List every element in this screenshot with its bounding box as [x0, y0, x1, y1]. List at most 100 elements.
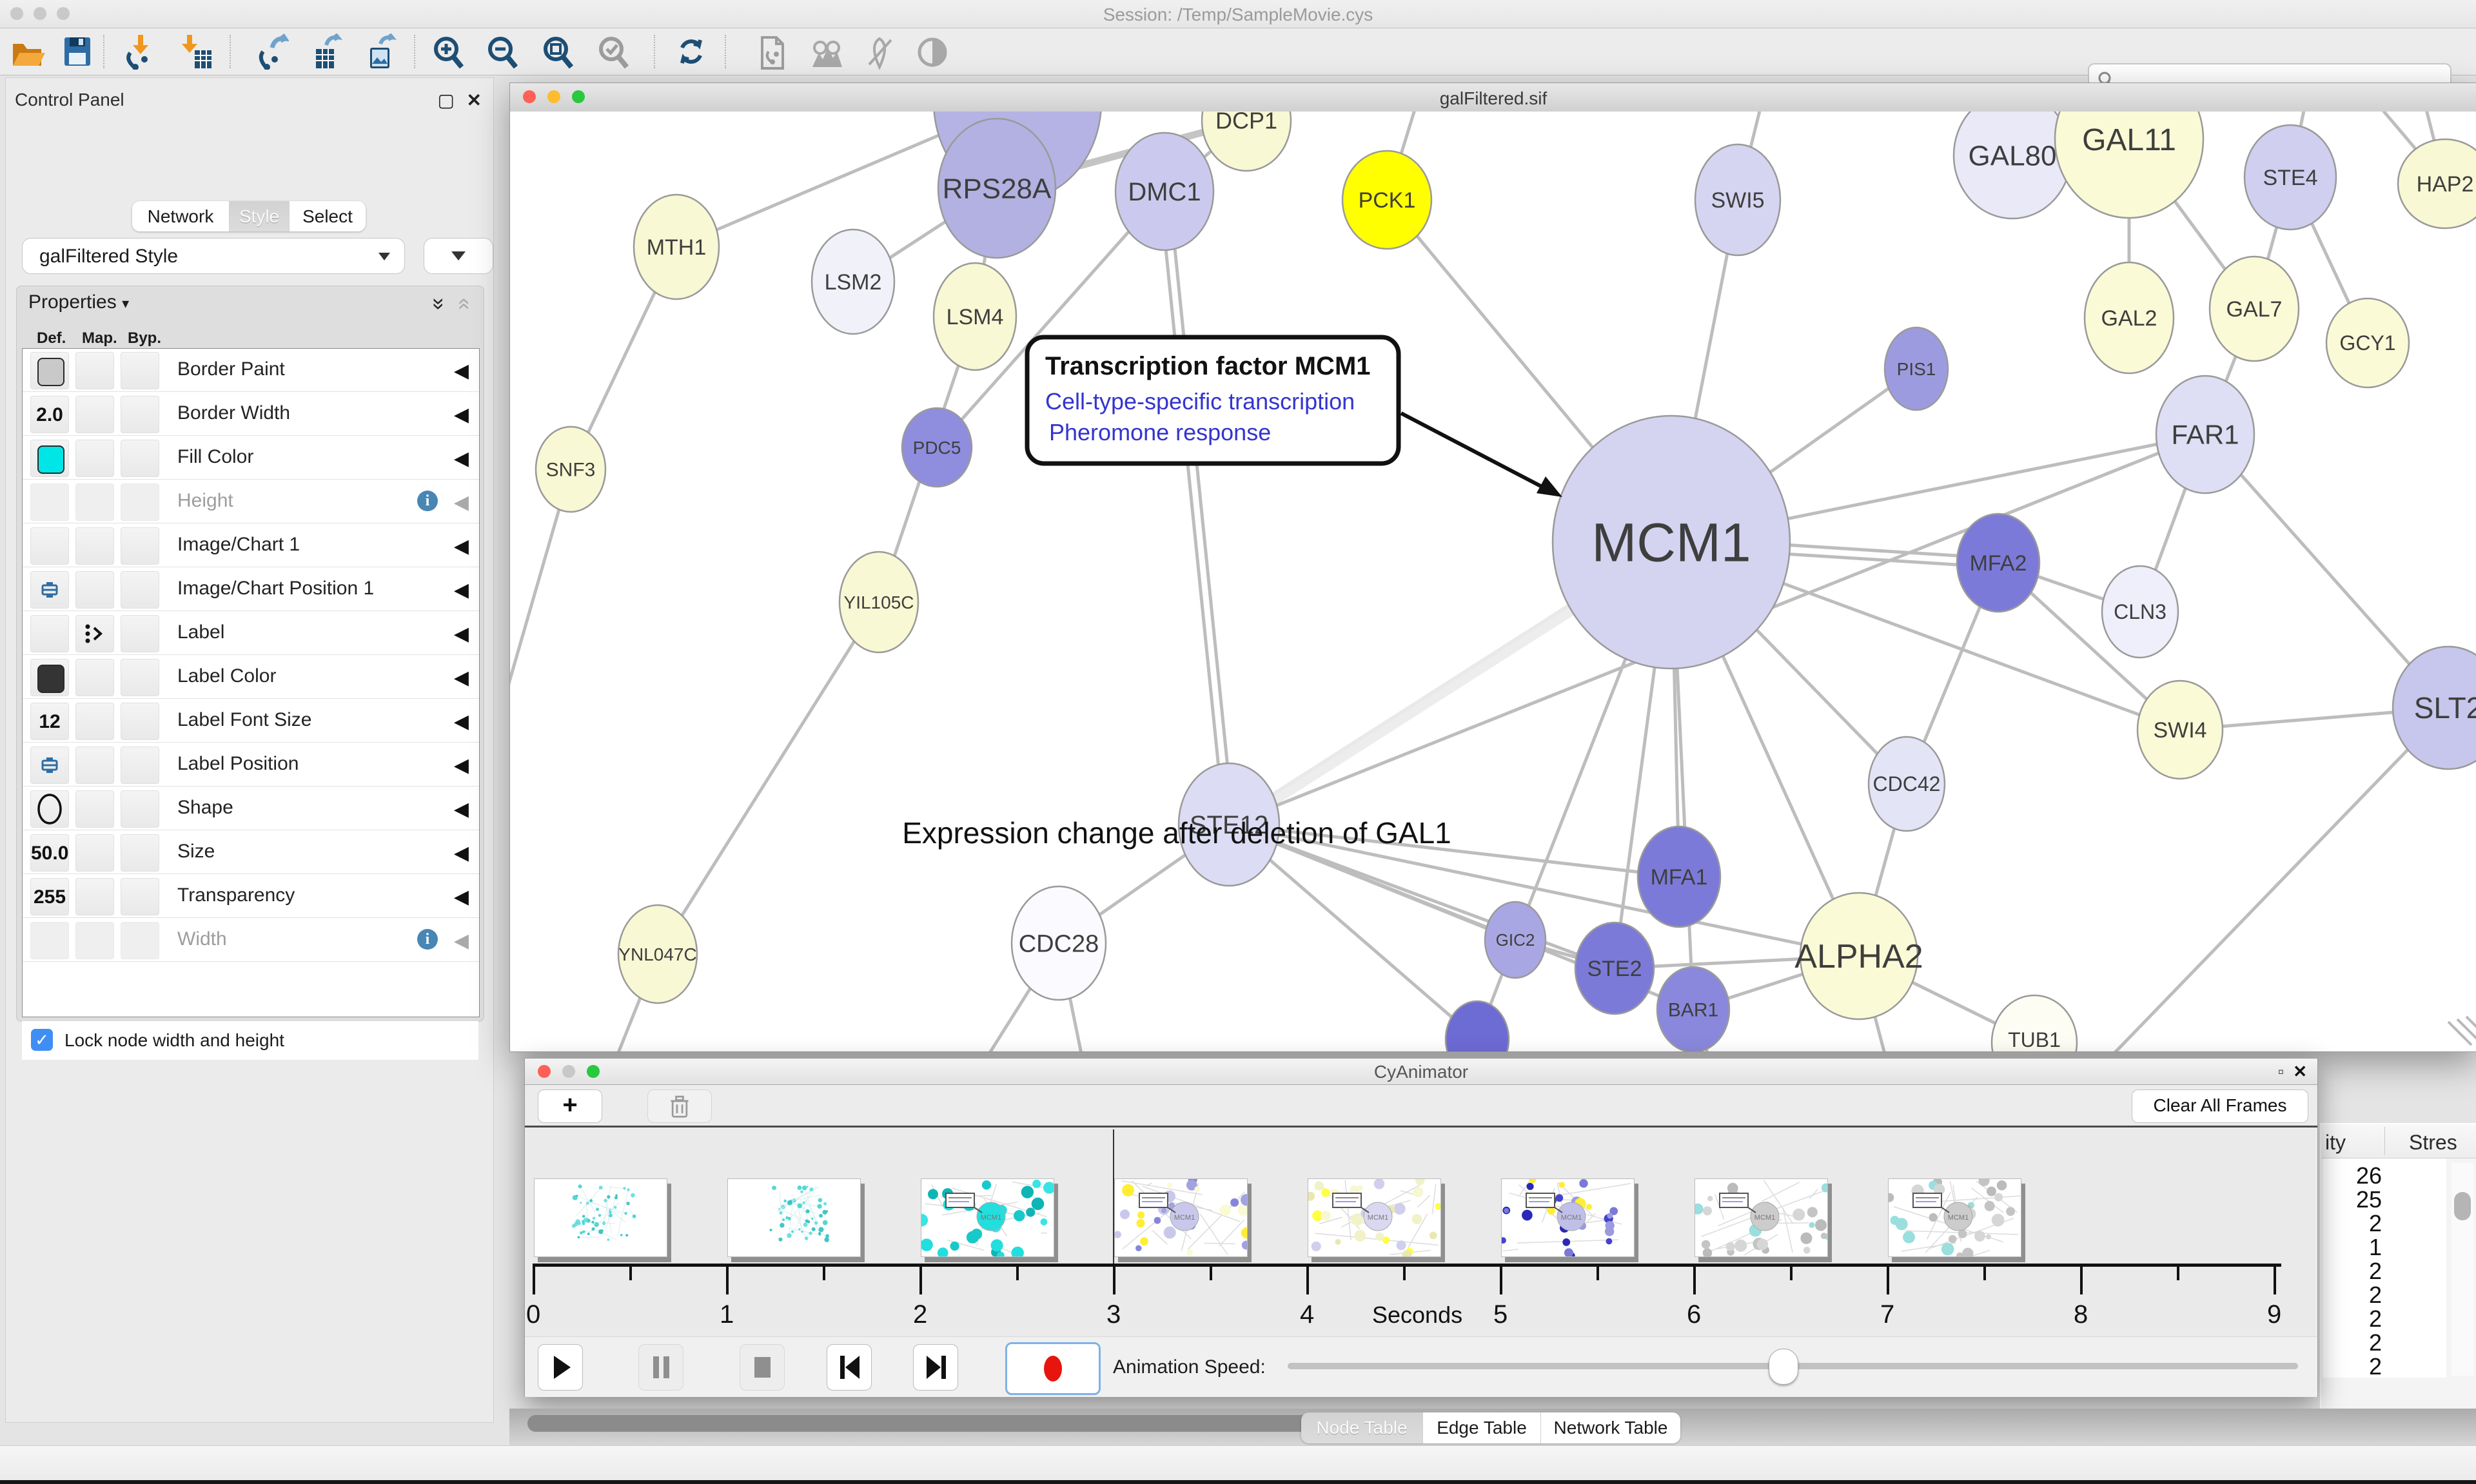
- close-panel-icon[interactable]: ✕: [467, 90, 482, 111]
- network-canvas[interactable]: RPS28ADMC1DCP1PCK1MTH1LSM2LSM4SNF3PDC5YI…: [510, 112, 2476, 1051]
- property-row-label-position[interactable]: Label Position◀: [23, 743, 479, 786]
- bypass-cell[interactable]: [121, 440, 159, 477]
- tab-network[interactable]: Network: [132, 201, 230, 231]
- save-icon[interactable]: [59, 34, 95, 70]
- tab-network-table[interactable]: Network Table: [1541, 1412, 1680, 1443]
- step-forward-button[interactable]: [913, 1344, 958, 1391]
- add-frame-button[interactable]: +: [538, 1089, 602, 1123]
- zoom-fit-icon[interactable]: [540, 34, 576, 70]
- zoom-in-icon[interactable]: [431, 34, 467, 70]
- cyanimator-titlebar[interactable]: CyAnimator ▫ ✕: [525, 1059, 2317, 1085]
- expand-row-icon[interactable]: ◀: [454, 404, 469, 426]
- expand-row-icon[interactable]: ◀: [454, 491, 469, 514]
- expand-row-icon[interactable]: ◀: [454, 930, 469, 952]
- default-value-cell[interactable]: 255: [30, 878, 69, 915]
- delete-frame-button[interactable]: [647, 1089, 712, 1123]
- expand-row-icon[interactable]: ◀: [454, 754, 469, 777]
- bypass-cell[interactable]: [121, 396, 159, 433]
- export-image-icon[interactable]: [362, 34, 398, 70]
- stop-button[interactable]: [740, 1344, 785, 1391]
- step-backward-button[interactable]: [827, 1344, 872, 1391]
- property-row-width[interactable]: Widthi◀: [23, 919, 479, 962]
- property-row-transparency[interactable]: 255 Transparency◀: [23, 875, 479, 918]
- table-scrollbar[interactable]: [2451, 1163, 2473, 1376]
- clear-all-frames-button[interactable]: Clear All Frames: [2132, 1089, 2308, 1123]
- default-value-cell[interactable]: [30, 440, 69, 477]
- export-network-icon[interactable]: [253, 34, 289, 70]
- lock-checkbox[interactable]: ✓: [31, 1029, 53, 1051]
- expand-row-icon[interactable]: ◀: [454, 623, 469, 645]
- expand-row-icon[interactable]: ◀: [454, 798, 469, 821]
- hide-details-icon[interactable]: [861, 34, 898, 70]
- tab-style[interactable]: Style: [230, 201, 290, 231]
- property-row-image-chart-1[interactable]: Image/Chart 1◀: [23, 524, 479, 567]
- node-botcut[interactable]: [1446, 1001, 1509, 1051]
- frames-timeline[interactable]: MCM1MCM1MCM1MCM1MCM1MCM1 0123456789 Seco…: [527, 1128, 2315, 1336]
- bypass-cell[interactable]: [121, 527, 159, 565]
- animation-speed-handle[interactable]: [1769, 1349, 1798, 1385]
- default-value-cell[interactable]: 50.0: [30, 834, 69, 872]
- property-row-fill-color[interactable]: Fill Color◀: [23, 436, 479, 480]
- mapping-cell[interactable]: [75, 747, 114, 784]
- network-window-titlebar[interactable]: galFiltered.sif: [510, 83, 2476, 112]
- expand-row-icon[interactable]: ◀: [454, 710, 469, 733]
- export-table-icon[interactable]: [308, 34, 344, 70]
- property-row-border-paint[interactable]: Border Paint◀: [23, 349, 479, 392]
- mapping-cell[interactable]: [75, 352, 114, 389]
- zoom-selected-icon[interactable]: [596, 34, 632, 70]
- keyframe-6s[interactable]: MCM1: [1695, 1178, 1828, 1257]
- style-selector-dropdown[interactable]: galFiltered Style: [22, 238, 405, 274]
- expand-row-icon[interactable]: ◀: [454, 842, 469, 864]
- default-value-cell[interactable]: 12: [30, 703, 69, 740]
- mapping-cell[interactable]: [75, 396, 114, 433]
- caption-annotation[interactable]: Expression change after deletion of GAL1: [902, 816, 1451, 850]
- timeline-playhead[interactable]: [1113, 1129, 1114, 1264]
- mapping-cell[interactable]: [75, 615, 114, 652]
- tab-select[interactable]: Select: [290, 201, 366, 231]
- default-value-cell[interactable]: [30, 747, 69, 784]
- open-icon[interactable]: [9, 34, 45, 70]
- property-row-image-chart-position-1[interactable]: Image/Chart Position 1◀: [23, 568, 479, 611]
- keyframe-7s[interactable]: MCM1: [1888, 1178, 2021, 1257]
- mapping-cell[interactable]: [75, 790, 114, 828]
- property-row-label-font-size[interactable]: 12 Label Font Size◀: [23, 699, 479, 743]
- mapping-cell[interactable]: [75, 440, 114, 477]
- property-row-label[interactable]: Label◀: [23, 612, 479, 655]
- float-panel-icon[interactable]: ▢: [438, 90, 455, 111]
- search-network-icon[interactable]: [807, 34, 843, 70]
- expand-row-icon[interactable]: ◀: [454, 886, 469, 908]
- mcm1-annotation[interactable]: Transcription factor MCM1 Cell-type-spec…: [1027, 337, 2476, 1045]
- show-details-icon[interactable]: [914, 34, 950, 70]
- record-button[interactable]: [1005, 1342, 1101, 1395]
- property-row-height[interactable]: Heighti◀: [23, 480, 479, 523]
- bypass-cell[interactable]: [121, 747, 159, 784]
- property-row-size[interactable]: 50.0 Size◀: [23, 831, 479, 874]
- keyframe-3s[interactable]: MCM1: [1114, 1178, 1248, 1257]
- expand-row-icon[interactable]: ◀: [454, 360, 469, 382]
- bypass-cell[interactable]: [121, 834, 159, 872]
- property-row-label-color[interactable]: Label Color◀: [23, 656, 479, 699]
- mapping-cell[interactable]: [75, 878, 114, 915]
- tab-node-table[interactable]: Node Table: [1301, 1412, 1423, 1443]
- collapse-all-icon[interactable]: «: [452, 298, 477, 310]
- keyframe-0s[interactable]: [534, 1178, 667, 1257]
- refresh-icon[interactable]: [673, 34, 709, 70]
- expand-all-icon[interactable]: »: [426, 298, 451, 310]
- bypass-cell[interactable]: [121, 878, 159, 915]
- bypass-cell[interactable]: [121, 703, 159, 740]
- network-edge[interactable]: [2090, 708, 2448, 1051]
- network-edge[interactable]: [1160, 192, 1224, 825]
- style-options-button[interactable]: [424, 238, 493, 274]
- copy-network-icon[interactable]: [753, 34, 789, 70]
- mapping-cell[interactable]: [75, 703, 114, 740]
- float-icon[interactable]: ▫: [2278, 1062, 2284, 1082]
- expand-row-icon[interactable]: ◀: [454, 667, 469, 689]
- expand-row-icon[interactable]: ◀: [454, 447, 469, 470]
- bypass-cell[interactable]: [121, 571, 159, 609]
- table-hscrollbar-thumb[interactable]: [527, 1415, 1333, 1432]
- network-edge[interactable]: [658, 602, 879, 954]
- bypass-cell[interactable]: [121, 659, 159, 696]
- mapping-cell[interactable]: [75, 527, 114, 565]
- expand-row-icon[interactable]: ◀: [454, 579, 469, 601]
- import-table-icon[interactable]: [178, 34, 214, 70]
